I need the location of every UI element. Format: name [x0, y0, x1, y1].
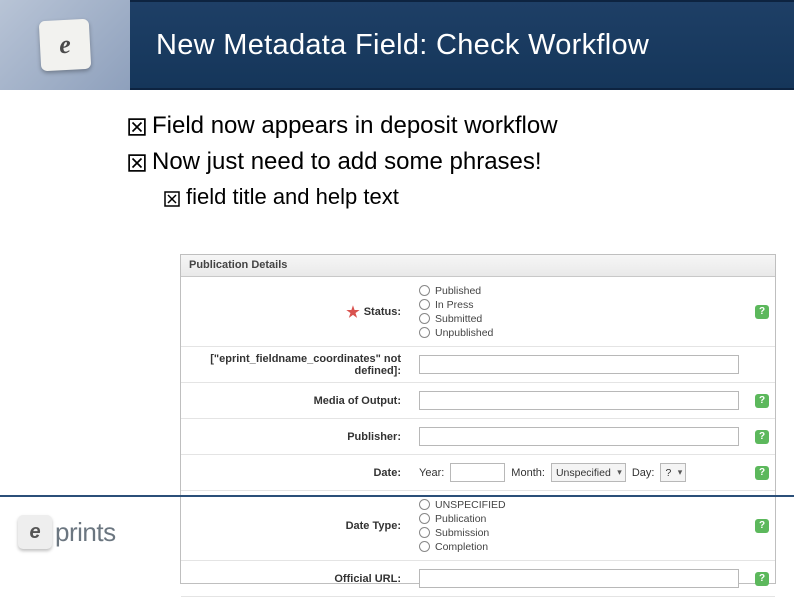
coordinates-input[interactable]	[419, 355, 739, 374]
radio-submitted-label: Submitted	[435, 313, 482, 325]
slide-header: e New Metadata Field: Check Workflow	[0, 0, 794, 90]
radio-submission-label: Submission	[435, 527, 489, 539]
slide-title: New Metadata Field: Check Workflow	[156, 29, 649, 62]
sub-bullet-1: field title and help text	[164, 184, 764, 210]
row-datetype: Date Type: UNSPECIFIED Publication Submi…	[181, 491, 775, 561]
radio-submitted[interactable]	[419, 313, 430, 324]
box-x-icon	[128, 115, 146, 143]
radio-completion-label: Completion	[435, 541, 488, 553]
row-official-url: Official URL: ?	[181, 561, 775, 597]
official-url-label: Official URL:	[334, 573, 401, 585]
bullet-1-text: Field now appears in deposit workflow	[152, 112, 558, 140]
radio-publication-label: Publication	[435, 513, 486, 525]
radio-inpress-label: In Press	[435, 299, 474, 311]
radio-unpublished[interactable]	[419, 327, 430, 338]
radio-inpress[interactable]	[419, 299, 430, 310]
media-label: Media of Output:	[314, 395, 401, 407]
year-label: Year:	[419, 467, 444, 479]
help-icon[interactable]: ?	[755, 466, 769, 480]
publisher-label: Publisher:	[347, 431, 401, 443]
official-url-input[interactable]	[419, 569, 739, 588]
row-date: Date: Year: Month: Unspecified Day: ? ?	[181, 455, 775, 491]
help-icon[interactable]: ?	[755, 430, 769, 444]
radio-published[interactable]	[419, 285, 430, 296]
day-select[interactable]: ?	[660, 463, 686, 482]
month-select[interactable]: Unspecified	[551, 463, 626, 482]
box-x-icon	[128, 151, 146, 179]
status-label: Status:	[364, 306, 401, 318]
day-value: ?	[665, 467, 671, 479]
title-bar: New Metadata Field: Check Workflow	[130, 0, 794, 90]
radio-completion[interactable]	[419, 541, 430, 552]
bullet-2: Now just need to add some phrases!	[128, 148, 764, 176]
form-section-header: Publication Details	[181, 255, 775, 277]
radio-publication[interactable]	[419, 513, 430, 524]
row-publisher: Publisher: ?	[181, 419, 775, 455]
radio-unspecified-label: UNSPECIFIED	[435, 499, 506, 511]
coordinates-label: ["eprint_fieldname_coordinates" not defi…	[187, 353, 401, 377]
help-icon[interactable]: ?	[755, 572, 769, 586]
date-label: Date:	[373, 467, 401, 479]
eprints-logo-icon: e	[39, 19, 92, 72]
footer-divider	[0, 495, 794, 497]
slide-body: Field now appears in deposit workflow No…	[128, 112, 764, 210]
box-x-icon	[164, 187, 180, 213]
row-coordinates: ["eprint_fieldname_coordinates" not defi…	[181, 347, 775, 383]
row-status: ★ Status: Published In Press Submitted Un…	[181, 277, 775, 347]
bullet-1: Field now appears in deposit workflow	[128, 112, 764, 140]
footer-logo: e prints	[18, 515, 116, 549]
bullet-2-text: Now just need to add some phrases!	[152, 148, 542, 176]
radio-unpublished-label: Unpublished	[435, 327, 493, 339]
required-star-icon: ★	[346, 303, 359, 321]
media-input[interactable]	[419, 391, 739, 410]
help-icon[interactable]: ?	[755, 519, 769, 533]
footer-logo-text: prints	[55, 517, 116, 548]
header-logo-area: e	[0, 0, 130, 90]
month-label: Month:	[511, 467, 545, 479]
month-value: Unspecified	[556, 467, 611, 479]
year-input[interactable]	[450, 463, 505, 482]
help-icon[interactable]: ?	[755, 394, 769, 408]
datetype-label: Date Type:	[346, 520, 401, 532]
radio-unspecified[interactable]	[419, 499, 430, 510]
radio-published-label: Published	[435, 285, 481, 297]
row-media: Media of Output: ?	[181, 383, 775, 419]
day-label: Day:	[632, 467, 655, 479]
eprints-logo-icon: e	[18, 515, 52, 549]
publisher-input[interactable]	[419, 427, 739, 446]
form-screenshot: Publication Details ★ Status: Published I…	[180, 254, 776, 584]
radio-submission[interactable]	[419, 527, 430, 538]
sub-bullet-1-text: field title and help text	[186, 184, 399, 210]
help-icon[interactable]: ?	[755, 305, 769, 319]
